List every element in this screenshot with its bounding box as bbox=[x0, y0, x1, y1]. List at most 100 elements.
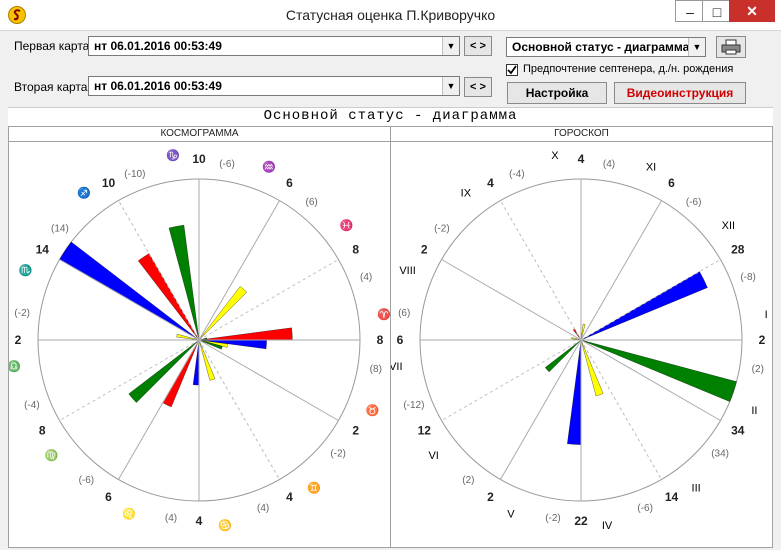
horoscope-sector-sub: (6) bbox=[398, 308, 410, 319]
cosmogram-sector-sub: (4) bbox=[165, 513, 177, 524]
maximize-button[interactable]: □ bbox=[702, 0, 732, 22]
cosmogram-sector-sub: (4) bbox=[360, 272, 372, 283]
first-chart-value: нт 06.01.2016 00:53:49 bbox=[94, 39, 222, 53]
cosmogram-panel: КОСМОГРАММА 8 (8) ♈ 8 (4) ♓ 6 (6) ♒ 10 (-6) ♑ 10 (-10… bbox=[8, 126, 391, 548]
horoscope-bar-blue bbox=[567, 339, 582, 445]
horoscope-sector-value: 34 bbox=[731, 424, 745, 438]
horoscope-bar-yellow bbox=[580, 339, 604, 397]
cosmogram-sector-sub: (-6) bbox=[79, 475, 95, 486]
chevron-down-icon[interactable]: ▼ bbox=[442, 77, 459, 95]
cosmogram-bar-green bbox=[128, 339, 200, 403]
horoscope-sector-value: 2 bbox=[421, 243, 428, 257]
cosmogram-sector-value: 14 bbox=[36, 243, 50, 257]
cosmogram-sector-value: 2 bbox=[15, 333, 22, 347]
cosmogram-bar-red bbox=[198, 327, 293, 341]
second-chart-label: Вторая карта bbox=[14, 80, 88, 94]
sept-checkbox[interactable] bbox=[506, 64, 518, 76]
cosmogram-sector-symbol: ♈ bbox=[377, 308, 390, 321]
horoscope-bar-blue bbox=[580, 271, 708, 341]
cosmogram-sector-value: 4 bbox=[196, 514, 203, 528]
cosmogram-divider bbox=[198, 200, 280, 341]
cosmogram-sector-symbol: ♊ bbox=[307, 481, 321, 494]
cosmogram-sector-symbol: ♍ bbox=[45, 449, 59, 462]
cosmogram-bar-yellow bbox=[198, 339, 216, 381]
mode-value: Основной статус - диаграмма bbox=[512, 40, 690, 54]
horoscope-sector-sub: (34) bbox=[711, 449, 729, 460]
cosmogram-divider bbox=[198, 259, 339, 341]
horoscope-sector-sub: (-8) bbox=[740, 272, 756, 283]
cosmogram-sector-sub: (-2) bbox=[14, 308, 30, 319]
cosmogram-sector-symbol: ♓ bbox=[340, 219, 354, 232]
horoscope-sector-value: 28 bbox=[731, 243, 745, 257]
check-icon bbox=[507, 65, 517, 75]
video-instruction-button[interactable]: Видеоинструкция bbox=[614, 82, 746, 104]
horoscope-sector-sub: (-6) bbox=[686, 197, 702, 208]
horoscope-sector-sub: (2) bbox=[462, 475, 474, 486]
cosmogram-divider bbox=[198, 339, 280, 480]
cosmogram-sector-sub: (-4) bbox=[24, 400, 40, 411]
horoscope-sector-symbol: X bbox=[551, 150, 559, 162]
cosmogram-sector-sub: (-6) bbox=[219, 159, 235, 170]
cosmogram-sector-value: 4 bbox=[286, 490, 293, 504]
horoscope-sector-value: 4 bbox=[487, 176, 494, 190]
horoscope-bar-green bbox=[580, 339, 737, 402]
horoscope-sector-symbol: IV bbox=[602, 520, 613, 532]
chevron-down-icon[interactable]: ▼ bbox=[442, 37, 459, 55]
cosmogram-chart: 8 (8) ♈ 8 (4) ♓ 6 (6) ♒ 10 (-6) ♑ 10 (-10) ♐ 14(14) ♏ 2 (-… bbox=[9, 149, 390, 532]
sept-checkbox-label: Предпочтение септенера, д./н. рождения bbox=[523, 63, 734, 75]
horoscope-heading: ГОРОСКОП bbox=[391, 127, 772, 142]
cosmogram-sector-value: 8 bbox=[39, 424, 46, 438]
mode-select[interactable]: Основной статус - диаграмма ▼ bbox=[506, 37, 706, 57]
horoscope-sector-symbol: XII bbox=[722, 220, 735, 232]
horoscope-sector-value: 6 bbox=[668, 176, 675, 190]
cosmogram-sector-value: 6 bbox=[105, 490, 112, 504]
horoscope-divider bbox=[441, 259, 582, 341]
cosmogram-sector-sub: (14) bbox=[51, 223, 69, 234]
horoscope-sector-symbol: V bbox=[507, 508, 515, 520]
minimize-button[interactable]: ‒ bbox=[675, 0, 705, 22]
horoscope-sector-symbol: III bbox=[692, 482, 701, 494]
horoscope-sector-value: 2 bbox=[487, 490, 494, 504]
cosmogram-sector-value: 10 bbox=[102, 176, 116, 190]
first-chart-nav-button[interactable]: < > bbox=[464, 36, 492, 56]
horoscope-sector-value: 12 bbox=[418, 424, 432, 438]
horoscope-sector-value: 2 bbox=[759, 333, 766, 347]
window-title: Статусная оценка П.Криворучко bbox=[285, 7, 496, 23]
horoscope-sector-sub: (-6) bbox=[637, 503, 653, 514]
horoscope-bar-yellow bbox=[580, 323, 586, 341]
horoscope-sector-symbol: VI bbox=[428, 450, 438, 462]
first-chart-select[interactable]: нт 06.01.2016 00:53:49 ▼ bbox=[88, 36, 460, 56]
cosmogram-sector-value: 8 bbox=[352, 243, 359, 257]
cosmogram-sector-sub: (8) bbox=[370, 364, 382, 375]
horoscope-sector-symbol: II bbox=[751, 405, 757, 417]
second-chart-select[interactable]: нт 06.01.2016 00:53:49 ▼ bbox=[88, 76, 460, 96]
cosmogram-sector-symbol: ♌ bbox=[122, 507, 136, 520]
cosmogram-sector-symbol: ♑ bbox=[166, 149, 180, 162]
settings-button[interactable]: Настройка bbox=[507, 82, 607, 104]
horoscope-sector-sub: (-12) bbox=[403, 400, 424, 411]
chevron-down-icon[interactable]: ▼ bbox=[688, 38, 705, 56]
printer-icon bbox=[721, 39, 741, 55]
cosmogram-sector-symbol: ♎ bbox=[9, 360, 21, 373]
cosmogram-sector-sub: (-2) bbox=[330, 449, 346, 460]
horoscope-sector-sub: (-2) bbox=[434, 223, 450, 234]
horoscope-sector-sub: (-2) bbox=[545, 513, 561, 524]
horoscope-bar-green bbox=[545, 339, 582, 373]
horoscope-divider bbox=[441, 339, 582, 421]
cosmogram-sector-value: 10 bbox=[192, 152, 206, 166]
horoscope-sector-symbol: XI bbox=[646, 162, 656, 174]
horoscope-sector-symbol: I bbox=[765, 309, 768, 321]
cosmogram-divider bbox=[118, 339, 200, 480]
horoscope-sector-value: 14 bbox=[665, 490, 679, 504]
horoscope-sector-symbol: VIII bbox=[399, 265, 416, 277]
print-button[interactable] bbox=[716, 36, 746, 58]
horoscope-sector-value: 22 bbox=[574, 514, 588, 528]
horoscope-sector-symbol: VII bbox=[391, 361, 403, 373]
horoscope-divider bbox=[500, 200, 582, 341]
horoscope-sector-value: 6 bbox=[397, 333, 404, 347]
second-chart-nav-button[interactable]: < > bbox=[464, 77, 492, 97]
cosmogram-sector-symbol: ♒ bbox=[262, 161, 276, 174]
first-chart-label: Первая карта bbox=[14, 39, 90, 53]
horoscope-chart: 2(2)I28(-8)XII6(-6)XI4 (4)X4(-4)IX2(-2)VI… bbox=[391, 150, 768, 532]
close-button[interactable]: ✕ bbox=[729, 0, 775, 22]
